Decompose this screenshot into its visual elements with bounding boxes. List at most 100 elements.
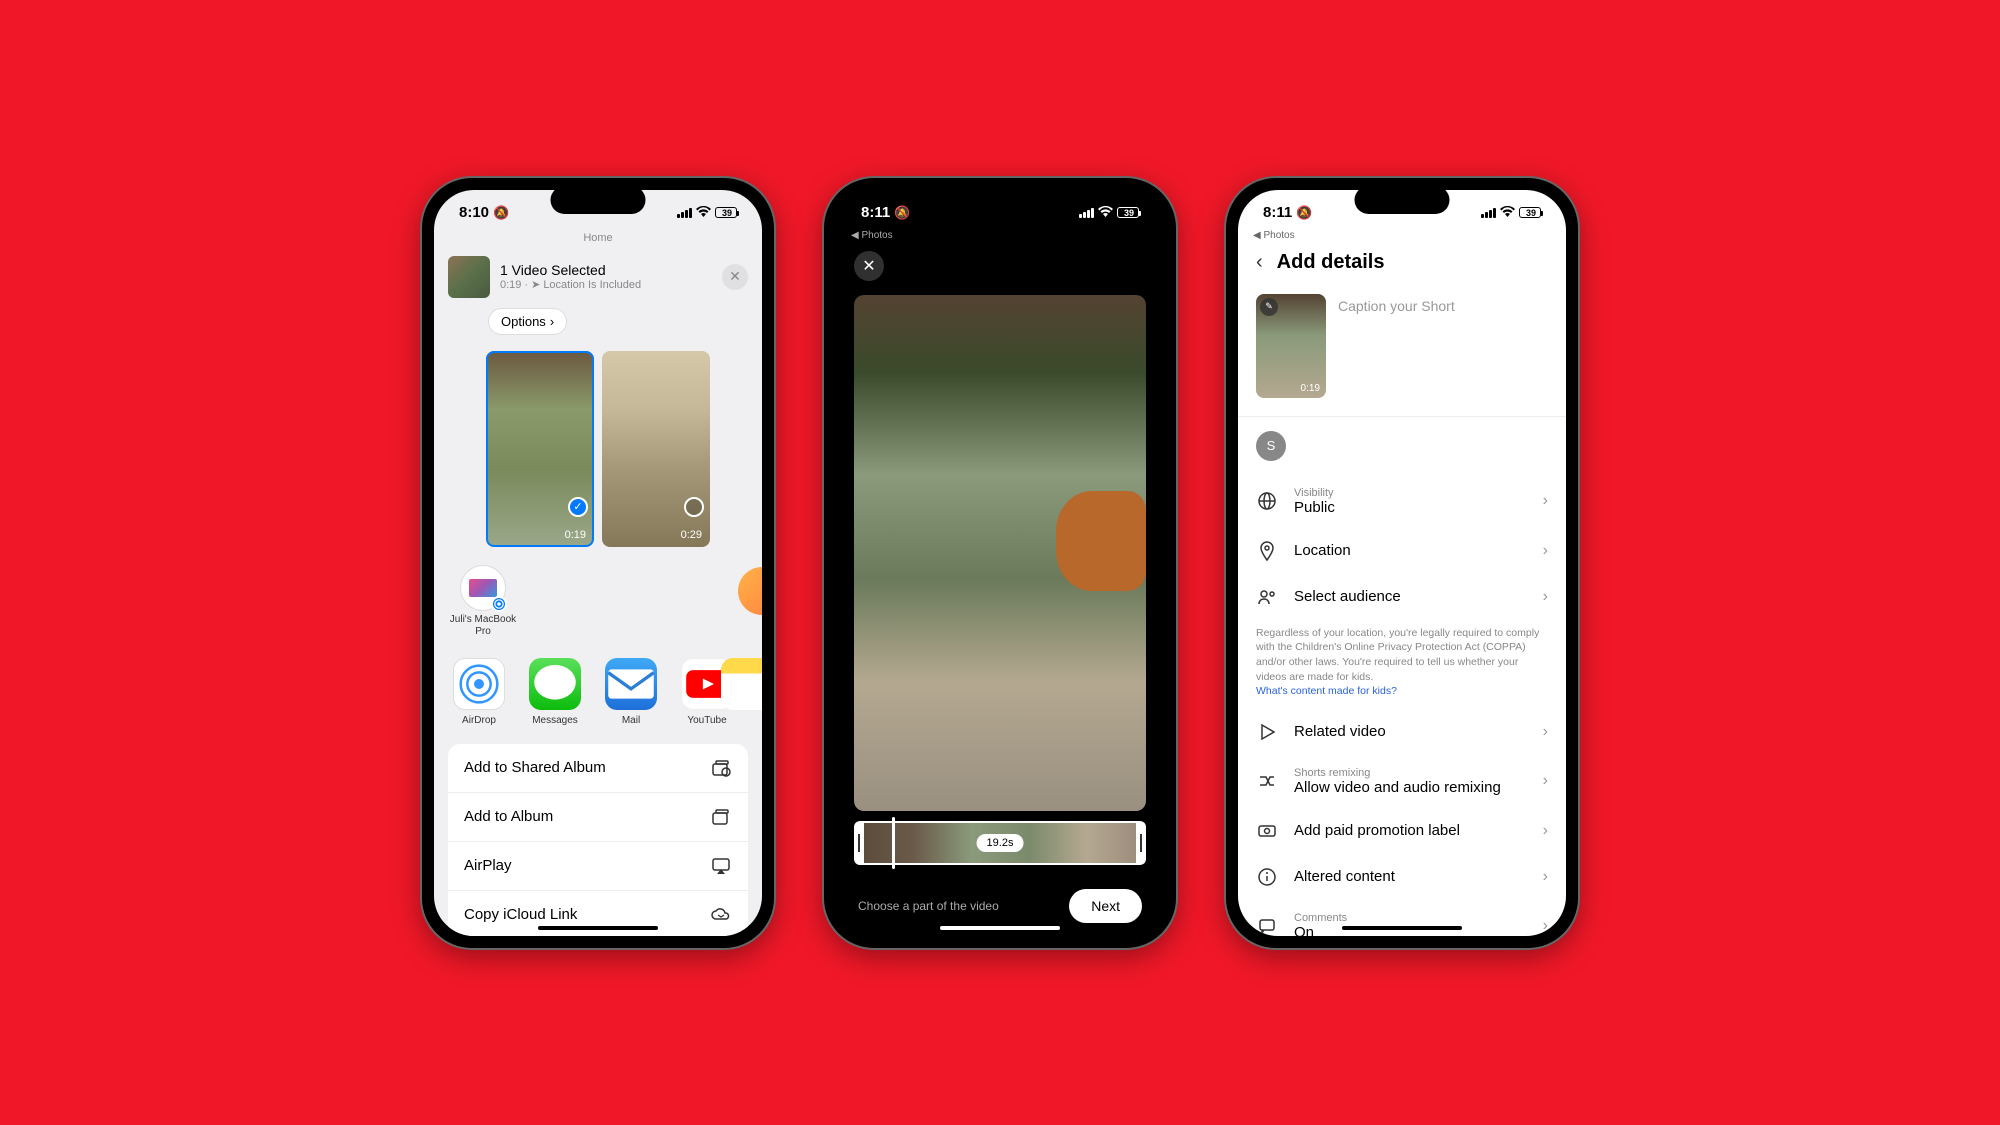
home-indicator[interactable]	[538, 926, 658, 930]
setting-location[interactable]: Location ›	[1238, 528, 1566, 574]
underlying-screen-title: Home	[434, 230, 762, 246]
close-button[interactable]: ✕	[722, 264, 748, 290]
info-icon	[1256, 866, 1278, 888]
selected-video-thumbnail	[448, 256, 490, 298]
share-duration: 0:19	[500, 279, 521, 291]
dynamic-island	[1355, 186, 1450, 214]
battery-icon: 39	[715, 207, 737, 218]
share-apps-row: AirDrop Messages Mail YouTube	[434, 648, 762, 736]
setting-remixing[interactable]: Shorts remixing Allow video and audio re…	[1238, 755, 1566, 808]
back-to-app[interactable]: ◀ Photos	[836, 230, 1164, 241]
action-airplay[interactable]: AirPlay	[448, 842, 748, 891]
share-location: Location Is Included	[543, 279, 641, 291]
video-thumbnail[interactable]: ✓ 0:19	[486, 351, 594, 547]
setting-audience[interactable]: Select audience ›	[1238, 574, 1566, 620]
cellular-icon	[1481, 208, 1496, 218]
location-icon: ➤	[531, 278, 540, 291]
airdrop-device[interactable]: Juli's MacBook Pro	[448, 565, 518, 638]
mail-icon	[605, 658, 657, 710]
airplay-icon	[710, 855, 732, 877]
trim-timeline[interactable]: 19.2s	[854, 821, 1146, 865]
airdrop-targets-row: Juli's MacBook Pro	[434, 555, 762, 648]
thumb-duration: 0:19	[1301, 383, 1320, 394]
setting-paid-promotion[interactable]: Add paid promotion label ›	[1238, 808, 1566, 854]
edit-icon: ✎	[1260, 298, 1278, 316]
dynamic-island	[953, 186, 1048, 214]
share-app-partial[interactable]	[716, 658, 762, 710]
macbook-icon	[469, 579, 497, 597]
share-app-messages[interactable]: Messages	[524, 658, 586, 726]
video-content-cat	[1056, 491, 1146, 591]
shared-album-icon	[710, 757, 732, 779]
coppa-legal-text: Regardless of your location, you're lega…	[1238, 620, 1566, 709]
play-icon	[1256, 721, 1278, 743]
share-sheet-header: 1 Video Selected 0:19 · ➤ Location Is In…	[434, 246, 762, 308]
trim-handle-left[interactable]	[854, 821, 864, 865]
chevron-right-icon: ›	[1543, 588, 1548, 606]
phone-trim-video: 8:11 🔕 39 ◀ Photos ✕ 19.2s C	[824, 178, 1176, 948]
chevron-right-icon: ›	[1543, 492, 1548, 510]
airdrop-badge-icon	[491, 596, 507, 612]
home-indicator[interactable]	[1342, 926, 1462, 930]
wifi-icon	[1098, 204, 1113, 221]
battery-icon: 39	[1117, 207, 1139, 218]
partial-contact-avatar[interactable]	[738, 567, 762, 615]
action-add-album[interactable]: Add to Album	[448, 793, 748, 842]
setting-comments[interactable]: Comments On ›	[1238, 900, 1566, 936]
money-icon	[1256, 820, 1278, 842]
share-actions-list: Add to Shared Album Add to Album AirPlay…	[448, 744, 748, 936]
chevron-right-icon: ›	[1543, 542, 1548, 560]
home-indicator[interactable]	[940, 926, 1060, 930]
trim-handle-right[interactable]	[1136, 821, 1146, 865]
cellular-icon	[677, 208, 692, 218]
trim-hint-text: Choose a part of the video	[858, 899, 999, 913]
silent-icon: 🔕	[1296, 205, 1312, 221]
cloud-link-icon	[710, 904, 732, 926]
playhead[interactable]	[892, 817, 895, 869]
setting-altered-content[interactable]: Altered content ›	[1238, 854, 1566, 900]
globe-icon	[1256, 490, 1278, 512]
video-duration: 0:19	[565, 529, 586, 541]
next-button[interactable]: Next	[1069, 889, 1142, 923]
status-time: 8:10	[459, 204, 489, 221]
chevron-right-icon: ›	[1543, 917, 1548, 935]
caption-input[interactable]: Caption your Short	[1338, 294, 1548, 398]
status-time: 8:11	[861, 204, 890, 221]
back-to-app[interactable]: ◀ Photos	[1238, 230, 1566, 241]
page-title: Add details	[1277, 251, 1385, 274]
chevron-right-icon: ›	[1543, 822, 1548, 840]
phone-share-sheet: 8:10 🔕 39 Home 1 Video Selected 0:19 · ➤…	[422, 178, 774, 948]
setting-related-video[interactable]: Related video ›	[1238, 709, 1566, 755]
share-app-mail[interactable]: Mail	[600, 658, 662, 726]
wifi-icon	[1500, 204, 1515, 221]
setting-visibility[interactable]: Visibility Public ›	[1238, 475, 1566, 528]
battery-icon: 39	[1519, 207, 1541, 218]
chevron-right-icon: ›	[550, 314, 554, 329]
comment-icon	[1256, 915, 1278, 935]
pin-icon	[1256, 540, 1278, 562]
action-shared-album[interactable]: Add to Shared Album	[448, 744, 748, 793]
video-thumbnail[interactable]: 0:29	[602, 351, 710, 547]
notes-icon	[721, 658, 762, 710]
messages-icon	[529, 658, 581, 710]
share-app-airdrop[interactable]: AirDrop	[448, 658, 510, 726]
video-preview[interactable]	[854, 295, 1146, 811]
close-button[interactable]: ✕	[854, 251, 884, 281]
channel-avatar[interactable]: S	[1256, 431, 1286, 461]
options-button[interactable]: Options ›	[488, 308, 567, 335]
status-time: 8:11	[1263, 204, 1292, 221]
people-icon	[1256, 586, 1278, 608]
unselected-circle-icon	[684, 497, 704, 517]
short-thumbnail[interactable]: ✎ 0:19	[1256, 294, 1326, 398]
chevron-right-icon: ›	[1543, 772, 1548, 790]
back-button[interactable]: ‹	[1256, 251, 1263, 274]
coppa-link[interactable]: What's content made for kids?	[1256, 685, 1397, 697]
device-name: Juli's MacBook Pro	[448, 614, 518, 638]
remix-icon	[1256, 770, 1278, 792]
dynamic-island	[551, 186, 646, 214]
trim-duration-label: 19.2s	[977, 834, 1024, 852]
cellular-icon	[1079, 208, 1094, 218]
selected-check-icon: ✓	[568, 497, 588, 517]
airdrop-icon	[453, 658, 505, 710]
video-picker-row: ✓ 0:19 0:29	[434, 343, 762, 555]
